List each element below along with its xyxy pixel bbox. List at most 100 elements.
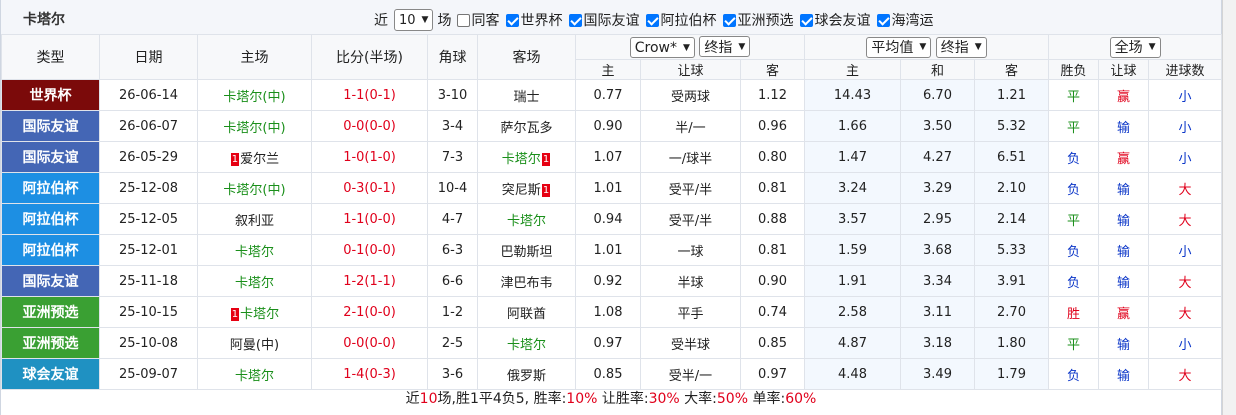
- away-team-name[interactable]: 瑞士: [513, 90, 539, 105]
- filter-label[interactable]: 世界杯: [520, 10, 562, 30]
- home-team-name[interactable]: 阿曼(中): [230, 338, 279, 353]
- home-team-cell[interactable]: 卡塔尔: [197, 358, 312, 390]
- result-period-select[interactable]: 全场 ▼: [1109, 36, 1161, 58]
- away-team-cell[interactable]: 卡塔尔 1: [477, 141, 576, 173]
- league-badge[interactable]: 国际友谊: [1, 265, 100, 297]
- company-select[interactable]: Crow* ▼: [629, 37, 695, 58]
- summary-footer: 近10场,胜1平4负5, 胜率:10% 让胜率:30% 大率:50% 单率:60…: [1, 388, 1221, 408]
- full-time-score[interactable]: 1-4: [343, 367, 364, 382]
- home-team-name[interactable]: 爱尔兰: [240, 152, 279, 167]
- match-date: 25-10-08: [99, 327, 198, 359]
- summary-big-label: 大率:: [679, 391, 717, 407]
- away-team-cell[interactable]: 巴勒斯坦: [477, 234, 576, 266]
- filter-label[interactable]: 阿拉伯杯: [660, 10, 716, 30]
- league-badge[interactable]: 阿拉伯杯: [1, 203, 100, 235]
- league-badge[interactable]: 球会友谊: [1, 358, 100, 390]
- full-time-score[interactable]: 1-1: [343, 212, 364, 227]
- panel-header: 卡塔尔 近 10 ▼ 场 同客 世界杯 国际友谊 阿拉伯杯 亚洲预选 球会友谊 海湾运: [1, 0, 1221, 35]
- full-time-score[interactable]: 1-2: [343, 274, 364, 289]
- league-badge[interactable]: 亚洲预选: [1, 327, 100, 359]
- filter-label[interactable]: 同客: [471, 10, 499, 30]
- odds-draw: 2.95: [900, 203, 975, 235]
- match-rows: 世界杯 26-06-14 卡塔尔(中) 1-1(0-1) 3-10 瑞士 0.77 受两球 1.…: [1, 79, 1223, 390]
- home-team-cell[interactable]: 卡塔尔(中): [197, 172, 312, 204]
- chevron-down-icon: ▼: [738, 41, 746, 52]
- home-team-name[interactable]: 卡塔尔(中): [223, 90, 285, 105]
- away-team-cell[interactable]: 卡塔尔: [477, 327, 576, 359]
- filter-label[interactable]: 国际友谊: [583, 10, 639, 30]
- goals-result: 小: [1148, 79, 1223, 111]
- home-team-cell[interactable]: 卡塔尔: [197, 234, 312, 266]
- home-team-cell[interactable]: 1 卡塔尔: [197, 296, 312, 328]
- handicap-type-select[interactable]: 终指 ▼: [699, 36, 751, 57]
- handicap-company-header: Crow* ▼ 终指 ▼: [575, 34, 805, 60]
- home-team-cell[interactable]: 卡塔尔(中): [197, 110, 312, 142]
- full-time-score[interactable]: 2-1: [343, 305, 364, 320]
- odds-type-select[interactable]: 终指 ▼: [935, 36, 987, 58]
- handicap-home-odds: 0.90: [575, 110, 641, 142]
- away-team-name[interactable]: 俄罗斯: [507, 369, 546, 384]
- league-badge[interactable]: 阿拉伯杯: [1, 172, 100, 204]
- full-time-score[interactable]: 0-0: [343, 336, 364, 351]
- scrollbar[interactable]: [1222, 0, 1236, 415]
- league-badge[interactable]: 国际友谊: [1, 141, 100, 173]
- away-team-cell[interactable]: 瑞士: [477, 79, 576, 111]
- home-team-name[interactable]: 卡塔尔: [240, 307, 279, 322]
- home-team-name[interactable]: 卡塔尔(中): [223, 183, 285, 198]
- away-team-cell[interactable]: 津巴布韦: [477, 265, 576, 297]
- odds-away: 5.32: [973, 110, 1050, 142]
- away-team-name[interactable]: 津巴布韦: [500, 276, 552, 291]
- home-team-cell[interactable]: 卡塔尔(中): [197, 79, 312, 111]
- odds-draw: 4.27: [900, 141, 975, 173]
- home-team-cell[interactable]: 卡塔尔: [197, 265, 312, 297]
- filter-checkbox[interactable]: [569, 13, 583, 27]
- filter-label[interactable]: 球会友谊: [814, 10, 870, 30]
- filter-checkbox[interactable]: [723, 13, 737, 27]
- full-time-score[interactable]: 0-0: [343, 119, 364, 134]
- league-badge[interactable]: 世界杯: [1, 79, 100, 111]
- match-count-select[interactable]: 10 ▼: [394, 9, 434, 31]
- home-team-cell[interactable]: 阿曼(中): [197, 327, 312, 359]
- away-team-name[interactable]: 卡塔尔: [502, 152, 541, 167]
- home-team-name[interactable]: 卡塔尔: [235, 245, 274, 260]
- match-date: 25-12-05: [99, 203, 198, 235]
- home-team-name[interactable]: 卡塔尔(中): [223, 121, 285, 136]
- filter-checkbox[interactable]: [506, 13, 520, 27]
- filter-checkbox[interactable]: [800, 13, 814, 27]
- red-card-icon: 1: [230, 307, 240, 321]
- away-team-name[interactable]: 卡塔尔: [507, 338, 546, 353]
- away-team-cell[interactable]: 俄罗斯: [477, 358, 576, 390]
- odds-source-select[interactable]: 平均值 ▼: [866, 36, 932, 58]
- score-cell: 0-3(0-1): [311, 172, 428, 204]
- odds-away: 6.51: [973, 141, 1050, 173]
- away-team-name[interactable]: 阿联酋: [507, 307, 546, 322]
- filter-label[interactable]: 海湾运: [891, 10, 933, 30]
- filter-checkbox[interactable]: [457, 13, 471, 27]
- filter-label[interactable]: 亚洲预选: [737, 10, 793, 30]
- away-team-name[interactable]: 突尼斯: [502, 183, 541, 198]
- away-team-cell[interactable]: 阿联酋: [477, 296, 576, 328]
- home-team-cell[interactable]: 叙利亚: [197, 203, 312, 235]
- full-time-score[interactable]: 1-1: [343, 88, 364, 103]
- full-time-score[interactable]: 0-3: [343, 181, 364, 196]
- chevron-down-icon: ▼: [974, 42, 982, 52]
- home-team-name[interactable]: 卡塔尔: [235, 276, 274, 291]
- league-badge[interactable]: 亚洲预选: [1, 296, 100, 328]
- away-team-cell[interactable]: 突尼斯 1: [477, 172, 576, 204]
- league-badge[interactable]: 阿拉伯杯: [1, 234, 100, 266]
- away-team-name[interactable]: 卡塔尔: [507, 214, 546, 229]
- odds-draw: 3.18: [900, 327, 975, 359]
- home-team-name[interactable]: 叙利亚: [235, 214, 274, 229]
- full-time-score[interactable]: 0-1: [343, 243, 364, 258]
- filter-checkbox[interactable]: [877, 13, 891, 27]
- full-time-score[interactable]: 1-0: [343, 150, 364, 165]
- home-team-cell[interactable]: 1 爱尔兰: [197, 141, 312, 173]
- away-team-cell[interactable]: 卡塔尔: [477, 203, 576, 235]
- away-team-cell[interactable]: 萨尔瓦多: [477, 110, 576, 142]
- away-team-name[interactable]: 萨尔瓦多: [500, 121, 552, 136]
- handicap-line: 半/一: [640, 110, 741, 142]
- filter-checkbox[interactable]: [646, 13, 660, 27]
- away-team-name[interactable]: 巴勒斯坦: [500, 245, 552, 260]
- league-badge[interactable]: 国际友谊: [1, 110, 100, 142]
- home-team-name[interactable]: 卡塔尔: [235, 369, 274, 384]
